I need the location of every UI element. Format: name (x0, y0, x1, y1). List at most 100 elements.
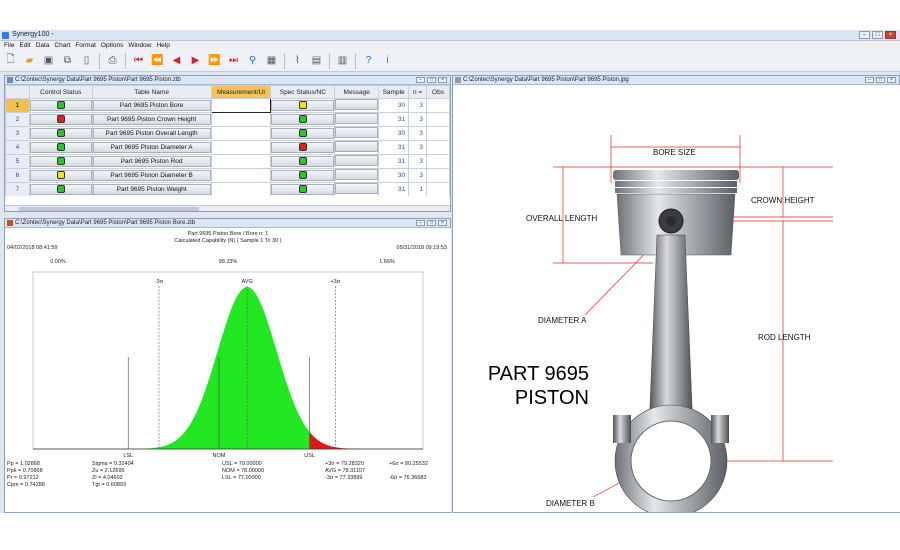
menu-format[interactable]: Format (75, 41, 96, 50)
column-header[interactable]: Spec Status/NC (270, 85, 336, 99)
new-file-icon[interactable]: 🗋 (2, 52, 19, 69)
table-name-button[interactable]: Part 9695 Piston Bore (93, 100, 211, 111)
fast-forward-icon[interactable]: ⏩ (206, 52, 223, 69)
control-status-cell[interactable] (28, 98, 93, 113)
close-button[interactable]: × (887, 77, 896, 83)
control-status-button[interactable] (30, 142, 92, 153)
zoom-icon[interactable]: ⚲ (244, 52, 261, 69)
message-button[interactable] (335, 113, 378, 124)
column-header[interactable]: Control Status (28, 85, 93, 99)
calculator-icon[interactable]: ▥ (334, 52, 351, 69)
table-name-cell[interactable]: Part 9695 Piston Bore (91, 98, 212, 113)
spec-status-button[interactable] (271, 142, 334, 153)
restore-button[interactable]: □ (427, 77, 436, 83)
menu-chart[interactable]: Chart (54, 41, 70, 50)
control-status-button[interactable] (30, 170, 92, 181)
control-status-cell[interactable] (28, 112, 93, 127)
notes-icon[interactable]: ▤ (308, 52, 325, 69)
spec-status-button[interactable] (271, 184, 334, 195)
control-status-button[interactable] (30, 100, 92, 111)
table-row[interactable]: 5 Part 9695 Piston Rod 31 3 (5, 154, 450, 169)
next-icon[interactable]: ▶ (187, 52, 204, 69)
close-button[interactable]: × (438, 220, 447, 226)
attachment-icon[interactable]: ⌇ (289, 52, 306, 69)
measurement-input-cell[interactable] (210, 168, 272, 183)
table-name-cell[interactable]: Part 9695 Piston Crown Height (91, 112, 212, 127)
table-name-button[interactable]: Part 9695 Piston Diameter B (93, 170, 211, 181)
row-number[interactable]: 5 (5, 154, 30, 169)
table-name-button[interactable]: Part 9695 Piston Rod (93, 156, 211, 167)
measurement-input-cell[interactable] (210, 182, 272, 196)
column-header[interactable]: Table Name (91, 85, 212, 99)
rewind-icon[interactable]: ⏪ (149, 52, 166, 69)
message-cell[interactable] (334, 168, 380, 183)
save-icon[interactable]: ▣ (40, 52, 57, 69)
message-button[interactable] (335, 99, 378, 110)
table-name-cell[interactable]: Part 9695 Piston Rod (91, 154, 212, 169)
help-icon[interactable]: ? (360, 52, 377, 69)
menu-help[interactable]: Help (156, 41, 169, 50)
control-status-button[interactable] (30, 114, 92, 125)
menu-window[interactable]: Window (128, 41, 151, 50)
control-status-button[interactable] (30, 184, 92, 195)
menu-edit[interactable]: Edit (19, 41, 30, 50)
table-name-button[interactable]: Part 9695 Piston Overall Length (93, 128, 211, 139)
spec-status-button[interactable] (271, 114, 334, 125)
measurement-input-cell[interactable] (210, 112, 272, 127)
message-button[interactable] (335, 141, 378, 152)
message-button[interactable] (335, 127, 378, 138)
spec-status-cell[interactable] (270, 182, 336, 196)
menu-data[interactable]: Data (36, 41, 50, 50)
measurement-input-cell[interactable] (210, 98, 272, 113)
control-status-button[interactable] (30, 128, 92, 139)
row-number[interactable]: 1 (5, 98, 30, 113)
maximize-button[interactable]: □ (872, 31, 883, 39)
column-header[interactable]: Message (334, 85, 380, 99)
column-header[interactable]: n = (408, 85, 428, 99)
minimize-button[interactable]: – (416, 77, 425, 83)
restore-button[interactable]: □ (427, 220, 436, 226)
close-button[interactable]: × (885, 31, 896, 39)
table-view-icon[interactable]: ▦ (263, 52, 280, 69)
table-row[interactable]: 2 Part 9695 Piston Crown Height 31 3 (5, 112, 450, 127)
column-header[interactable]: Obs (426, 85, 450, 99)
minimize-button[interactable]: – (865, 77, 874, 83)
message-cell[interactable] (334, 154, 380, 169)
spec-status-button[interactable] (271, 170, 334, 181)
restore-button[interactable]: □ (876, 77, 885, 83)
table-name-button[interactable]: Part 9695 Piston Diameter A (93, 142, 211, 153)
open-folder-icon[interactable]: ▰ (21, 52, 38, 69)
spec-status-cell[interactable] (270, 140, 336, 155)
table-row[interactable]: 4 Part 9695 Piston Diameter A 31 3 (5, 140, 450, 155)
table-row[interactable]: 6 Part 9695 Piston Diameter B 30 3 (5, 168, 450, 183)
row-number[interactable]: 7 (5, 182, 30, 196)
control-status-button[interactable] (30, 156, 92, 167)
spec-status-button[interactable] (271, 100, 334, 111)
previous-icon[interactable]: ◀ (168, 52, 185, 69)
message-cell[interactable] (334, 112, 380, 127)
message-cell[interactable] (334, 126, 380, 141)
menu-file[interactable]: File (4, 41, 14, 50)
table-row[interactable]: 1 Part 9695 Piston Bore 30 3 (5, 98, 450, 113)
table-name-cell[interactable]: Part 9695 Piston Overall Length (91, 126, 212, 141)
spec-status-cell[interactable] (270, 168, 336, 183)
table-row[interactable]: 3 Part 9695 Piston Overall Length 30 3 (5, 126, 450, 141)
horizontal-scrollbar[interactable] (5, 205, 450, 211)
row-number[interactable]: 2 (5, 112, 30, 127)
message-button[interactable] (335, 169, 378, 180)
message-button[interactable] (335, 183, 378, 194)
control-status-cell[interactable] (28, 182, 93, 196)
spec-status-cell[interactable] (270, 112, 336, 127)
spec-status-button[interactable] (271, 156, 334, 167)
message-cell[interactable] (334, 98, 380, 113)
minimize-button[interactable]: – (859, 31, 870, 39)
measurement-input-cell[interactable] (210, 154, 272, 169)
row-number[interactable]: 4 (5, 140, 30, 155)
control-status-cell[interactable] (28, 154, 93, 169)
print-icon[interactable]: ⎙ (104, 52, 121, 69)
close-button[interactable]: × (438, 77, 447, 83)
control-status-cell[interactable] (28, 140, 93, 155)
table-name-cell[interactable]: Part 9695 Piston Diameter B (91, 168, 212, 183)
spec-status-cell[interactable] (270, 154, 336, 169)
spec-status-cell[interactable] (270, 126, 336, 141)
